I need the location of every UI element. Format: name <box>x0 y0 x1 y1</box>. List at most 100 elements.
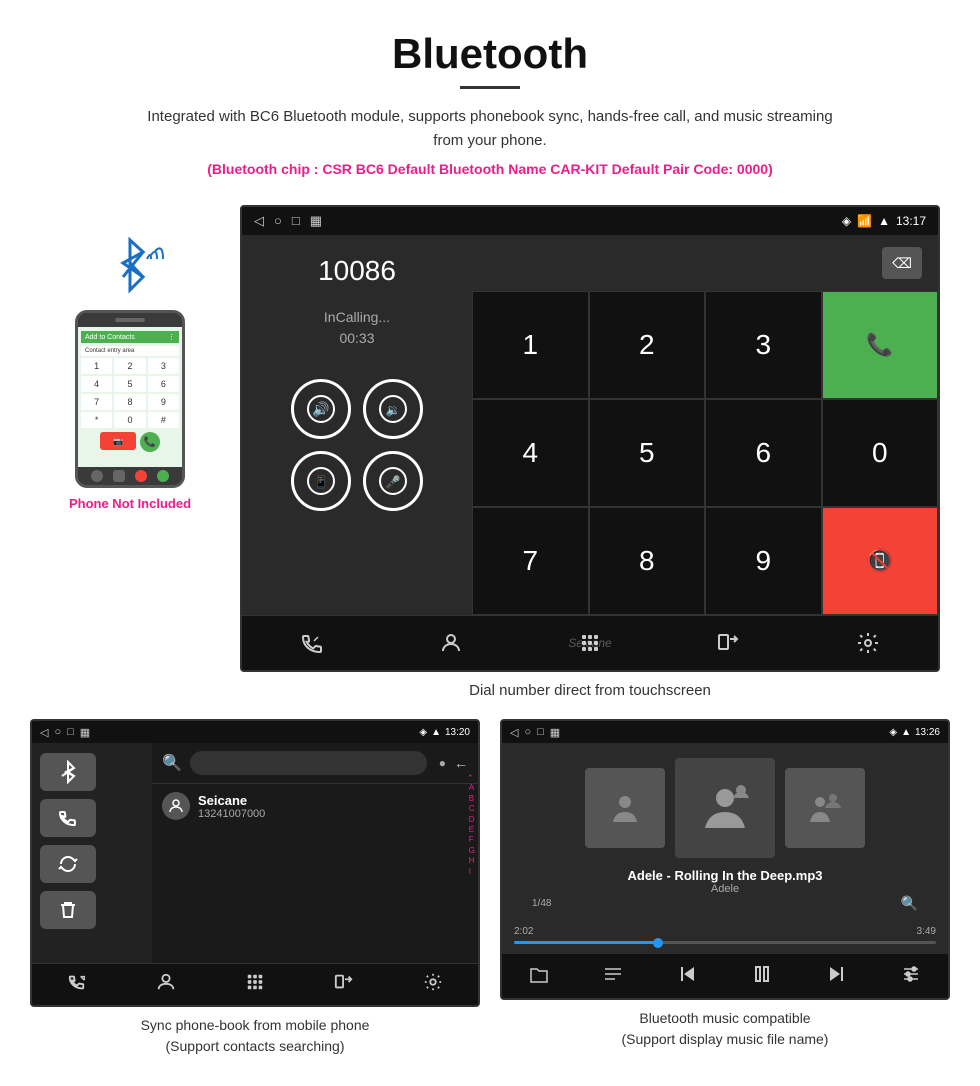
back-nav-icon[interactable]: ◁ <box>254 213 264 229</box>
phone-bottom-bar <box>78 467 182 485</box>
phone-key-2[interactable]: 2 <box>114 358 145 374</box>
phone-call-btn[interactable]: 📞 <box>140 432 160 452</box>
phone-end-call-btn[interactable]: 📷 <box>100 432 136 450</box>
pb-nav-settings[interactable] <box>423 972 443 997</box>
dialkey-2[interactable]: 2 <box>589 291 706 399</box>
wifi-signal-icon: ▲ <box>878 214 890 228</box>
volume-down-btn[interactable]: 🔉 <box>363 379 423 439</box>
phone-back-btn[interactable] <box>91 470 103 482</box>
pb-contact-name: Seicane <box>198 793 265 808</box>
wifi-waves-icon <box>143 243 167 280</box>
pb-nav-dialpad[interactable] <box>245 972 265 997</box>
music-notif-icon: ▦ <box>550 726 560 739</box>
phone-key-3[interactable]: 3 <box>148 358 179 374</box>
backspace-button[interactable]: ⌫ <box>882 247 922 279</box>
status-left: ◁ ○ □ ▦ <box>254 213 322 229</box>
bottom-screenshots: ◁ ○ □ ▦ ◈ ▲ 13:20 <box>0 699 980 1077</box>
music-prev-icon[interactable] <box>678 964 698 989</box>
title-underline <box>460 86 520 89</box>
dialkey-call-green[interactable]: 📞 <box>822 291 939 399</box>
pb-notif-icon: ▦ <box>80 726 90 739</box>
music-folder-icon[interactable] <box>529 964 549 989</box>
progress-bar-bg[interactable] <box>514 941 936 944</box>
pb-nav-transfer[interactable] <box>334 972 354 997</box>
phone-top-bar <box>78 313 182 327</box>
music-recent-icon[interactable]: □ <box>537 726 544 739</box>
phone-key-8[interactable]: 8 <box>114 394 145 410</box>
pb-status-right: ◈ ▲ 13:20 <box>419 727 470 738</box>
phone-key-7[interactable]: 7 <box>81 394 112 410</box>
music-eq-icon[interactable] <box>901 964 921 989</box>
nav-transfer-icon[interactable] <box>699 623 759 663</box>
nav-calls-icon[interactable] <box>282 623 342 663</box>
pb-contact-number: 13241007000 <box>198 808 265 820</box>
dialkey-1[interactable]: 1 <box>472 291 589 399</box>
pb-backspace-icon[interactable]: ← <box>454 755 468 771</box>
mute-btn[interactable]: 🎤 <box>363 451 423 511</box>
music-info: Adele - Rolling In the Deep.mp3 Adele 1/… <box>502 868 948 920</box>
phone-menu-btn[interactable] <box>135 470 147 482</box>
music-back-icon[interactable]: ◁ <box>510 726 518 739</box>
phone-key-6[interactable]: 6 <box>148 376 179 392</box>
dialkey-9[interactable]: 9 <box>705 507 822 615</box>
pb-nav-calls[interactable] <box>67 972 87 997</box>
phone-dialpad: 1 2 3 4 5 6 7 8 9 * 0 # <box>81 358 179 428</box>
pb-nav-contacts[interactable] <box>156 972 176 997</box>
status-right: ◈ 📶 ▲ 13:17 <box>842 214 926 228</box>
song-title: Adele - Rolling In the Deep.mp3 <box>512 868 938 883</box>
music-status-bar: ◁ ○ □ ▦ ◈ ▲ 13:26 <box>502 721 948 743</box>
dialkey-call-red[interactable]: 📵 <box>822 507 939 615</box>
pb-recent-icon[interactable]: □ <box>67 726 74 739</box>
transfer-call-btn[interactable]: 📱 <box>291 451 351 511</box>
pb-grey-dot: ● <box>439 756 446 770</box>
phone-key-5[interactable]: 5 <box>114 376 145 392</box>
music-next-icon[interactable] <box>826 964 846 989</box>
phone-key-9[interactable]: 9 <box>148 394 179 410</box>
phone-contact-bar: Contact entry area <box>81 346 179 356</box>
phonebook-screenshot-block: ◁ ○ □ ▦ ◈ ▲ 13:20 <box>30 719 480 1057</box>
recent-nav-icon[interactable]: □ <box>292 213 300 229</box>
pb-home-icon[interactable]: ○ <box>54 726 61 739</box>
dialkey-5[interactable]: 5 <box>589 399 706 507</box>
music-progress: 2:02 3:49 <box>502 920 948 954</box>
dialkey-7[interactable]: 7 <box>472 507 589 615</box>
phone-key-hash[interactable]: # <box>148 412 179 428</box>
phone-key-0[interactable]: 0 <box>114 412 145 428</box>
pb-bluetooth-btn[interactable] <box>40 753 96 791</box>
svg-text:🎤: 🎤 <box>386 474 401 489</box>
pb-call-btn[interactable] <box>40 799 96 837</box>
dialkey-8[interactable]: 8 <box>589 507 706 615</box>
phone-key-star[interactable]: * <box>81 412 112 428</box>
pb-delete-btn[interactable] <box>40 891 96 929</box>
music-playlist-icon[interactable] <box>603 964 623 989</box>
home-nav-icon[interactable]: ○ <box>274 213 282 229</box>
music-search-icon[interactable]: 🔍 <box>901 895 918 912</box>
phone-home-btn[interactable] <box>113 470 125 482</box>
nav-settings-icon[interactable] <box>838 623 898 663</box>
progress-bar-fill <box>514 941 662 944</box>
bluetooth-specs: (Bluetooth chip : CSR BC6 Default Blueto… <box>20 161 960 177</box>
progress-dot[interactable] <box>653 938 663 948</box>
dialkey-0-mid[interactable]: 0 <box>822 399 939 507</box>
dialkey-3[interactable]: 3 <box>705 291 822 399</box>
phone-screen: Add to Contacts ⋮ Contact entry area 1 2… <box>78 327 182 467</box>
music-play-pause-icon[interactable] <box>752 964 772 989</box>
phone-key-1[interactable]: 1 <box>81 358 112 374</box>
pb-bottom-nav <box>32 963 478 1005</box>
pb-search-input[interactable] <box>190 751 427 775</box>
call-controls: 🔊 🔉 📱 <box>291 379 423 511</box>
nav-contacts-icon[interactable] <box>421 623 481 663</box>
pb-sync-btn[interactable] <box>40 845 96 883</box>
pb-contact-item[interactable]: Seicane 13241007000 <box>152 784 478 828</box>
phone-key-4[interactable]: 4 <box>81 376 112 392</box>
dialkey-4[interactable]: 4 <box>472 399 589 507</box>
status-bar: ◁ ○ □ ▦ ◈ 📶 ▲ 13:17 <box>242 207 938 235</box>
dialkey-6[interactable]: 6 <box>705 399 822 507</box>
phone-mockup: Add to Contacts ⋮ Contact entry area 1 2… <box>75 310 185 488</box>
svg-text:🔊: 🔊 <box>312 400 329 418</box>
volume-up-btn[interactable]: 🔊 <box>291 379 351 439</box>
pb-back-icon[interactable]: ◁ <box>40 726 48 739</box>
music-home-icon[interactable]: ○ <box>524 726 531 739</box>
phone-recent-btn[interactable] <box>157 470 169 482</box>
pb-location-icon: ◈ <box>419 727 427 738</box>
